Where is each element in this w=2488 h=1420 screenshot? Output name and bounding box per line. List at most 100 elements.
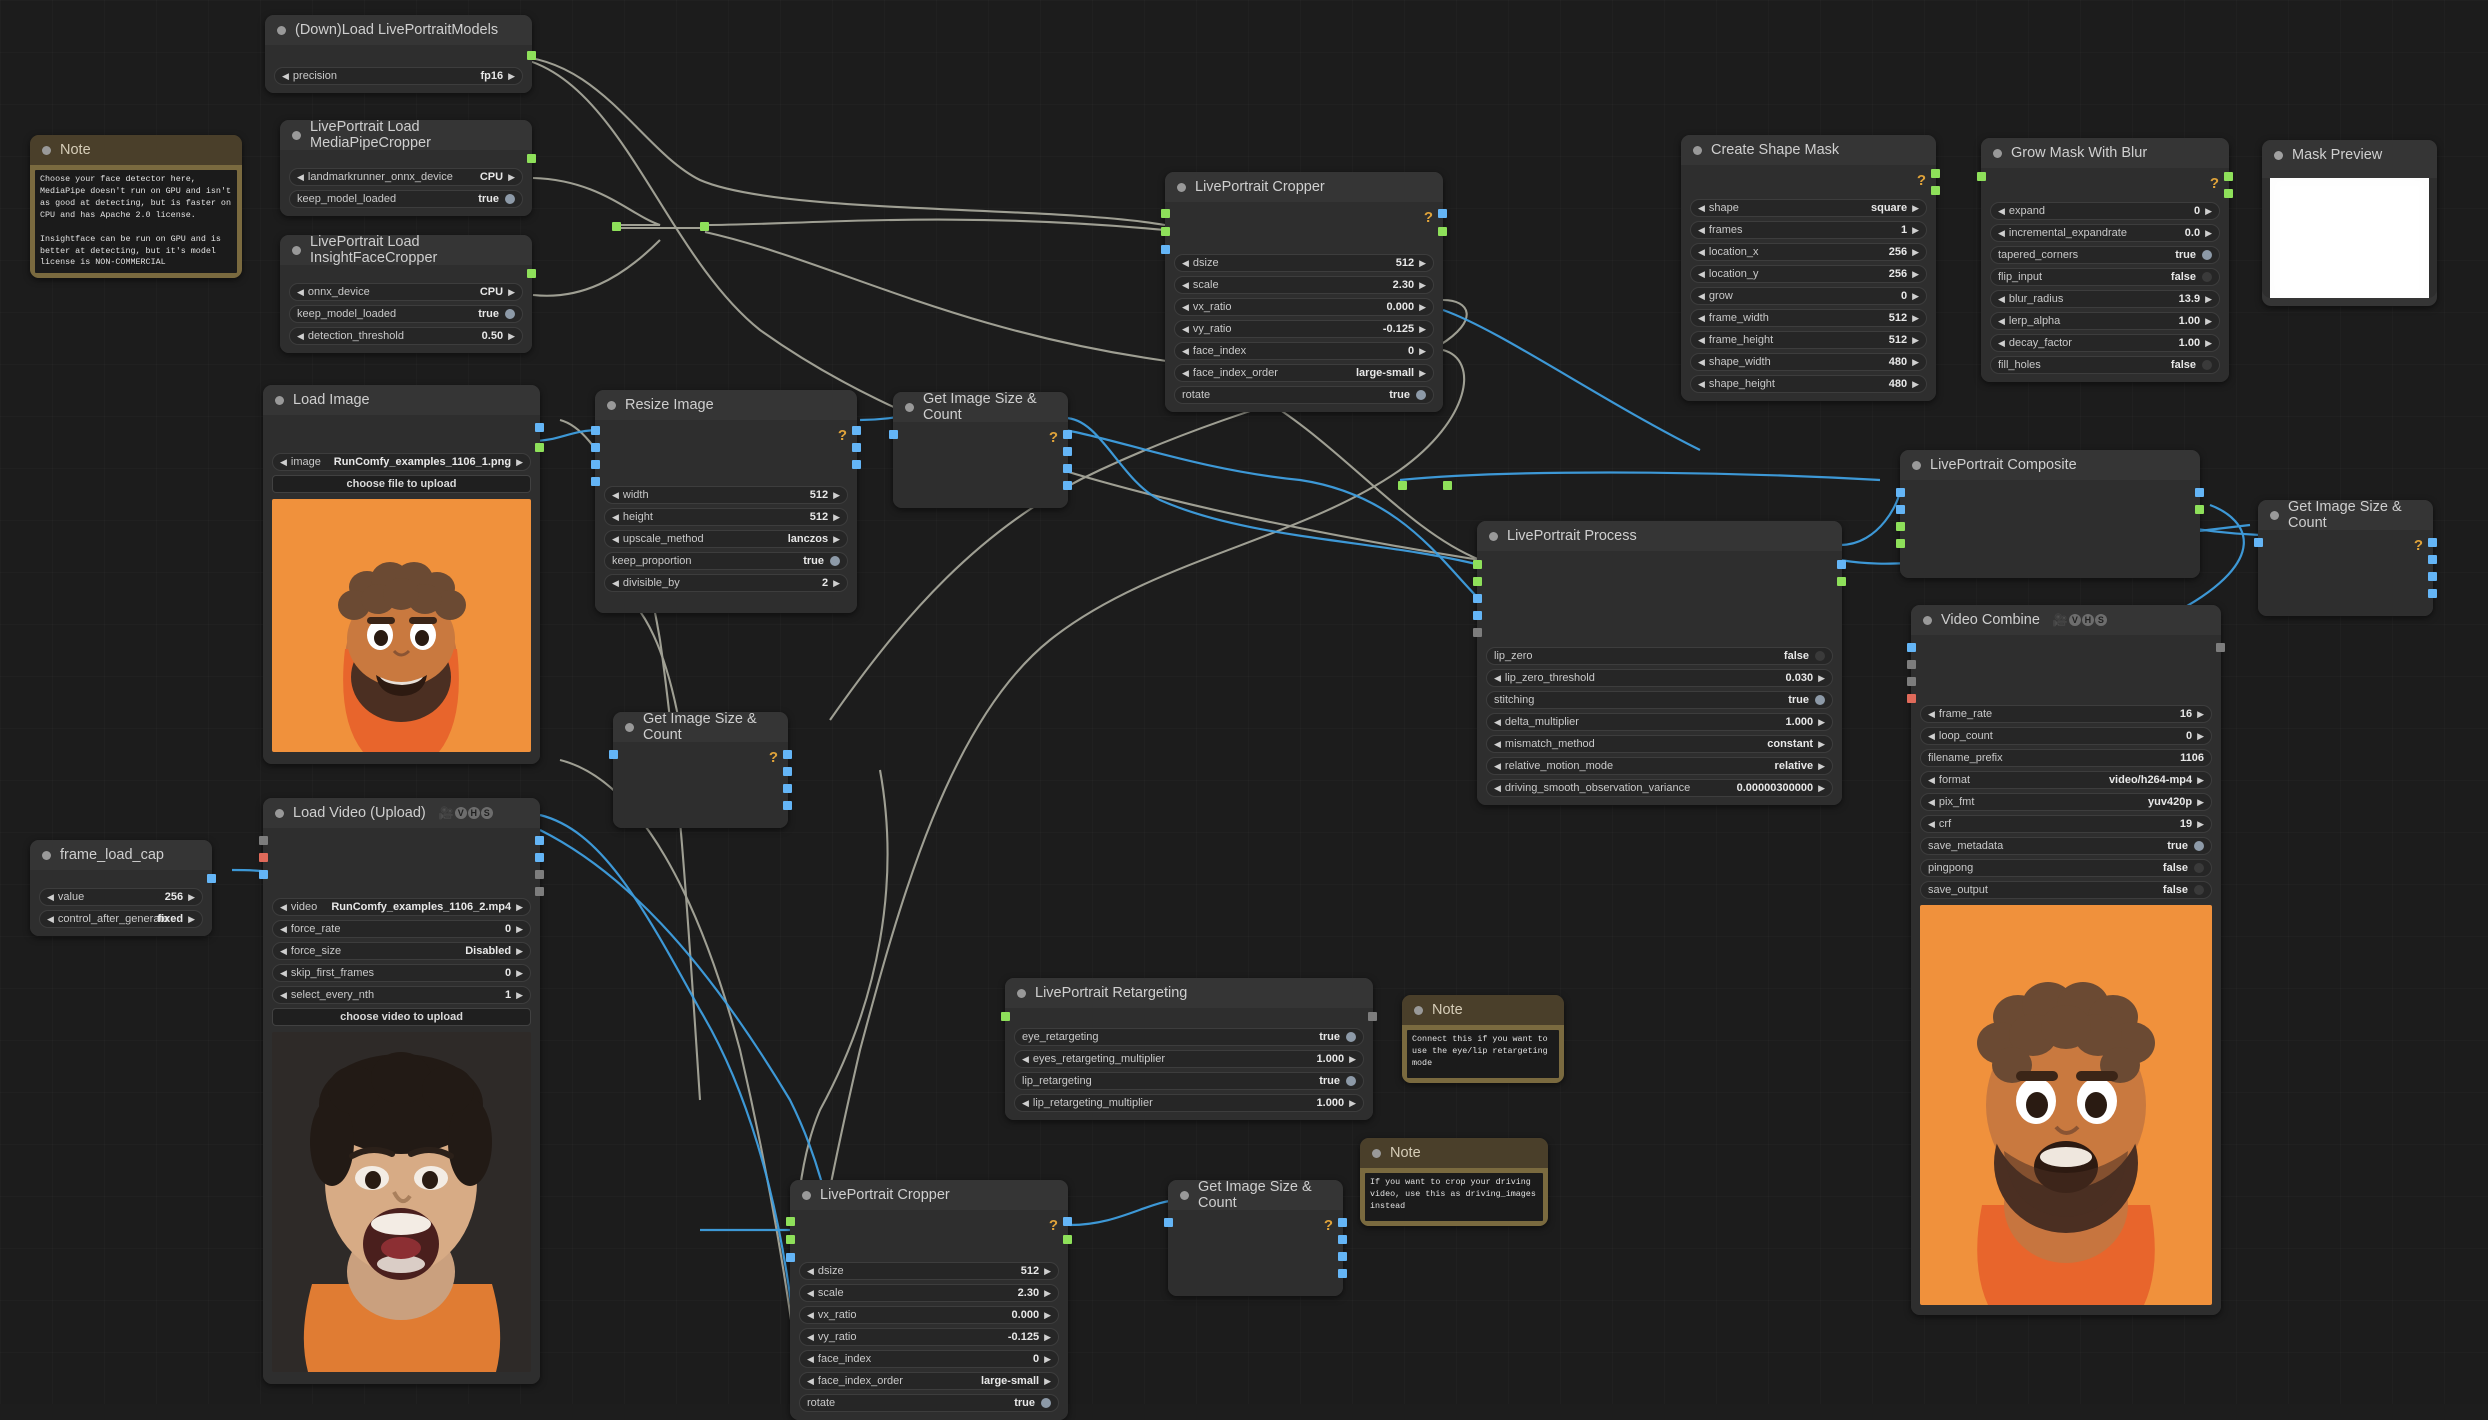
widget-incremental-expandrate[interactable]: ◀ incremental_expandrate 0.0 ▶ — [1990, 224, 2220, 242]
widget-driving-smooth-observation-variance[interactable]: ◀ driving_smooth_observation_variance 0.… — [1486, 779, 1833, 797]
decrement-arrow[interactable]: ◀ — [1698, 203, 1705, 213]
input-slot-cropper[interactable] — [786, 1217, 795, 1226]
output-slot-height[interactable] — [1063, 464, 1072, 473]
decrement-arrow[interactable]: ◀ — [1022, 1054, 1029, 1064]
increment-arrow[interactable]: ▶ — [1912, 313, 1919, 323]
node-resize-image[interactable]: Resize Image ? ◀ width 512 ▶ ◀ height 51… — [591, 390, 861, 613]
decrement-arrow[interactable]: ◀ — [1698, 379, 1705, 389]
widget-eye-retargeting[interactable]: eye_retargeting true — [1014, 1028, 1364, 1046]
decrement-arrow[interactable]: ◀ — [47, 892, 54, 902]
output-slot-image[interactable] — [2428, 538, 2437, 547]
input-slot-get-image-size[interactable] — [591, 477, 600, 486]
collapse-dot[interactable] — [1017, 988, 1026, 998]
note-text[interactable]: Connect this if you want to use the eye/… — [1407, 1030, 1559, 1078]
widget-keep-model-loaded[interactable]: keep_model_loaded true — [289, 305, 523, 323]
widget-eyes-retargeting-multiplier[interactable]: ◀ eyes_retargeting_multiplier 1.000 ▶ — [1014, 1050, 1364, 1068]
output-slot-width[interactable] — [1063, 447, 1072, 456]
note-text[interactable]: If you want to crop your driving video, … — [1365, 1173, 1543, 1221]
node-get-image-size-count-right[interactable]: Get Image Size & Count ? — [2254, 499, 2437, 616]
decrement-arrow[interactable]: ◀ — [280, 457, 287, 467]
widget-dsize[interactable]: ◀ dsize 512 ▶ — [1174, 254, 1434, 272]
toggle-knob[interactable] — [505, 309, 515, 319]
toggle-knob[interactable] — [2194, 841, 2204, 851]
decrement-arrow[interactable]: ◀ — [1698, 247, 1705, 257]
decrement-arrow[interactable]: ◀ — [1494, 673, 1501, 683]
output-slot-video-info[interactable] — [535, 887, 544, 896]
collapse-dot[interactable] — [1372, 1148, 1381, 1158]
decrement-arrow[interactable]: ◀ — [612, 534, 619, 544]
widget-frame-width[interactable]: ◀ frame_width 512 ▶ — [1690, 309, 1927, 327]
widget-skip-first-frames[interactable]: ◀ skip_first_frames 0 ▶ — [272, 964, 531, 982]
output-slot-width[interactable] — [852, 443, 861, 452]
widget-expand[interactable]: ◀ expand 0 ▶ — [1990, 202, 2220, 220]
toggle-knob[interactable] — [2194, 863, 2204, 873]
decrement-arrow[interactable]: ◀ — [297, 331, 304, 341]
increment-arrow[interactable]: ▶ — [2205, 228, 2212, 238]
decrement-arrow[interactable]: ◀ — [1698, 225, 1705, 235]
collapse-dot[interactable] — [42, 145, 51, 155]
widget-rotate[interactable]: rotate true — [1174, 386, 1434, 404]
output-slot-cropped-image[interactable] — [1063, 1217, 1072, 1226]
increment-arrow[interactable]: ▶ — [1912, 379, 1919, 389]
increment-arrow[interactable]: ▶ — [1419, 346, 1426, 356]
widget-scale[interactable]: ◀ scale 2.30 ▶ — [1174, 276, 1434, 294]
input-slot-meta-batch[interactable] — [1907, 677, 1916, 686]
increment-arrow[interactable]: ▶ — [2197, 731, 2204, 741]
decrement-arrow[interactable]: ◀ — [1494, 739, 1501, 749]
node-load-liveportrait-models[interactable]: (Down)Load LivePortraitModels ◀ precisio… — [265, 15, 536, 93]
increment-arrow[interactable]: ▶ — [188, 914, 195, 924]
increment-arrow[interactable]: ▶ — [833, 578, 840, 588]
increment-arrow[interactable]: ▶ — [516, 902, 523, 912]
input-slot-image[interactable] — [889, 430, 898, 439]
widget-mismatch-method[interactable]: ◀ mismatch_method constant ▶ — [1486, 735, 1833, 753]
collapse-dot[interactable] — [1693, 145, 1702, 155]
video-preview-driving[interactable] — [272, 1032, 531, 1372]
widget-scale[interactable]: ◀ scale 2.30 ▶ — [799, 1284, 1059, 1302]
decrement-arrow[interactable]: ◀ — [1928, 731, 1935, 741]
widget-stitching[interactable]: stitching true — [1486, 691, 1833, 709]
widget-face-index[interactable]: ◀ face_index 0 ▶ — [799, 1350, 1059, 1368]
input-slot-pipeline[interactable] — [786, 1235, 795, 1244]
decrement-arrow[interactable]: ◀ — [1698, 313, 1705, 323]
increment-arrow[interactable]: ▶ — [516, 990, 523, 1000]
output-slot-width[interactable] — [783, 767, 792, 776]
reroute-point-b[interactable] — [700, 222, 709, 231]
collapse-dot[interactable] — [1180, 1190, 1189, 1200]
node-load-image[interactable]: Load Image ◀ image RunComfy_examples_110… — [263, 385, 544, 764]
decrement-arrow[interactable]: ◀ — [1998, 316, 2005, 326]
input-slot-source-image[interactable] — [1161, 245, 1170, 254]
decrement-arrow[interactable]: ◀ — [1928, 775, 1935, 785]
note-face-detector[interactable]: Note Choose your face detector here, Med… — [30, 135, 242, 279]
widget-filename-prefix[interactable]: filename_prefix 1106 — [1920, 749, 2212, 767]
decrement-arrow[interactable]: ◀ — [1022, 1098, 1029, 1108]
node-grow-mask-with-blur[interactable]: Grow Mask With Blur ? ◀ expand 0 ▶ ◀ inc… — [1977, 138, 2233, 382]
widget-vx-ratio[interactable]: ◀ vx_ratio 0.000 ▶ — [1174, 298, 1434, 316]
increment-arrow[interactable]: ▶ — [1419, 280, 1426, 290]
decrement-arrow[interactable]: ◀ — [1182, 324, 1189, 334]
output-slot-frame-count[interactable] — [535, 853, 544, 862]
widget-face-index-order[interactable]: ◀ face_index_order large-small ▶ — [1174, 364, 1434, 382]
collapse-dot[interactable] — [1923, 615, 1932, 625]
increment-arrow[interactable]: ▶ — [1044, 1266, 1051, 1276]
widget-blur-radius[interactable]: ◀ blur_radius 13.9 ▶ — [1990, 290, 2220, 308]
decrement-arrow[interactable]: ◀ — [1182, 346, 1189, 356]
collapse-dot[interactable] — [2270, 510, 2279, 520]
input-slot-image[interactable] — [609, 750, 618, 759]
increment-arrow[interactable]: ▶ — [2205, 338, 2212, 348]
increment-arrow[interactable]: ▶ — [1419, 368, 1426, 378]
input-slot-image[interactable] — [2254, 538, 2263, 547]
output-slot-count[interactable] — [1063, 481, 1072, 490]
increment-arrow[interactable]: ▶ — [1818, 739, 1825, 749]
output-slot-count[interactable] — [783, 801, 792, 810]
output-slot-height[interactable] — [1338, 1252, 1347, 1261]
node-liveportrait-process[interactable]: LivePortrait Process lip_zero false ◀ li… — [1473, 521, 1846, 805]
output-slot-pipeline[interactable] — [527, 51, 536, 60]
widget-width[interactable]: ◀ width 512 ▶ — [604, 486, 848, 504]
reroute-point-c[interactable] — [1398, 481, 1407, 490]
widget-face-index-order[interactable]: ◀ face_index_order large-small ▶ — [799, 1372, 1059, 1390]
collapse-dot[interactable] — [905, 402, 914, 412]
decrement-arrow[interactable]: ◀ — [1182, 302, 1189, 312]
node-get-image-size-count-mid[interactable]: Get Image Size & Count ? — [609, 711, 792, 828]
node-liveportrait-composite[interactable]: LivePortrait Composite — [1896, 450, 2204, 578]
increment-arrow[interactable]: ▶ — [1912, 335, 1919, 345]
